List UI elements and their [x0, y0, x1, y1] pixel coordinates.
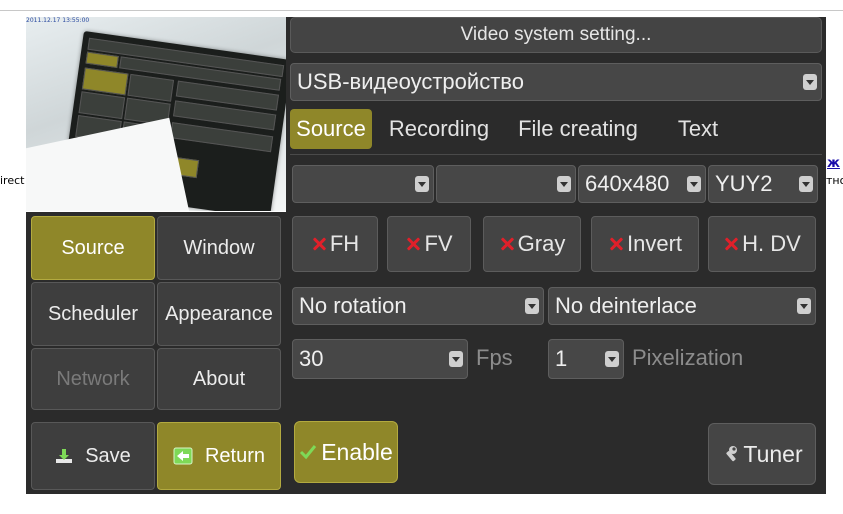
page-link-right[interactable]: ж: [827, 156, 840, 171]
fps-value: 30: [299, 346, 324, 371]
download-icon: [55, 448, 73, 464]
tab-source-label: Source: [296, 116, 366, 141]
save-label: Save: [85, 444, 131, 467]
capture-combo-1[interactable]: [292, 165, 434, 203]
tab-text[interactable]: Text: [664, 109, 732, 149]
checkmark-icon: [299, 444, 317, 460]
toggle-fv-label: FV: [424, 231, 453, 256]
return-button[interactable]: Return: [157, 422, 281, 490]
fps-label: Fps: [476, 345, 513, 370]
main-menu-panel: Source Window Scheduler Appearance Netwo…: [26, 212, 286, 494]
chevron-down-icon: [799, 176, 813, 192]
video-settings-panel: Video system setting... USB-видеоустройс…: [286, 17, 826, 494]
x-mark-icon: [608, 236, 624, 252]
menu-window-button[interactable]: Window: [157, 216, 281, 280]
pixel-format-value: YUY2: [715, 171, 773, 196]
menu-scheduler-label: Scheduler: [47, 302, 139, 325]
toggle-invert-button[interactable]: Invert: [591, 216, 699, 272]
chevron-down-icon: [605, 351, 619, 367]
toggle-invert-label: Invert: [626, 231, 683, 256]
menu-about-button[interactable]: About: [157, 348, 281, 410]
chevron-down-icon: [525, 298, 539, 314]
chevron-down-icon: [449, 351, 463, 367]
capture-combo-2[interactable]: [436, 165, 576, 203]
menu-scheduler-button[interactable]: Scheduler: [31, 282, 155, 346]
x-mark-icon: [499, 236, 515, 252]
pixel-format-select[interactable]: YUY2: [708, 165, 818, 203]
resolution-value: 640x480: [585, 171, 670, 196]
toggle-fh-button[interactable]: FH: [292, 216, 378, 272]
enable-button[interactable]: Enable: [294, 421, 398, 483]
tab-source[interactable]: Source: [290, 109, 372, 149]
tab-file-creating[interactable]: File creating: [508, 109, 648, 149]
chevron-down-icon: [687, 176, 701, 192]
camera-preview: 2011.12.17 13:55:00: [26, 17, 286, 211]
tab-recording-label: Recording: [388, 116, 490, 141]
device-select[interactable]: USB-видеоустройство: [290, 63, 822, 101]
chevron-down-icon: [557, 176, 571, 192]
chevron-down-icon: [797, 298, 811, 314]
chevron-down-icon: [803, 74, 817, 90]
save-button[interactable]: Save: [31, 422, 155, 490]
page-top-rule: [0, 10, 843, 11]
settings-title-bar: Video system setting...: [290, 17, 822, 53]
x-mark-icon: [405, 236, 421, 252]
toggle-fv-button[interactable]: FV: [387, 216, 471, 272]
wrench-icon: [721, 445, 739, 463]
tab-recording[interactable]: Recording: [382, 109, 496, 149]
tab-text-label: Text: [677, 116, 719, 141]
pixelization-value: 1: [555, 346, 568, 371]
page-text-fragment-right: тно: [826, 174, 843, 187]
deinterlace-value: No deinterlace: [555, 293, 697, 318]
x-mark-icon: [723, 236, 739, 252]
preview-timestamp: 2011.12.17 13:55:00: [26, 17, 90, 24]
menu-appearance-button[interactable]: Appearance: [157, 282, 281, 346]
return-label: Return: [204, 444, 266, 467]
x-mark-icon: [311, 236, 327, 252]
fps-select[interactable]: 30: [292, 339, 468, 379]
menu-window-label: Window: [183, 236, 255, 259]
return-arrow-icon: [173, 447, 193, 465]
toggle-gray-button[interactable]: Gray: [483, 216, 581, 272]
menu-network-button: Network: [31, 348, 155, 410]
tuner-button[interactable]: Tuner: [708, 423, 816, 485]
menu-about-label: About: [192, 367, 246, 390]
toggle-fh-label: FH: [329, 231, 360, 256]
toggle-hdv-label: H. DV: [742, 231, 801, 256]
menu-source-label: Source: [61, 236, 125, 259]
deinterlace-select[interactable]: No deinterlace: [548, 287, 816, 325]
enable-label: Enable: [321, 438, 393, 465]
toggle-hdv-button[interactable]: H. DV: [708, 216, 816, 272]
menu-network-label: Network: [56, 367, 130, 390]
tuner-label: Tuner: [743, 440, 803, 467]
rotation-select[interactable]: No rotation: [292, 287, 544, 325]
resolution-select[interactable]: 640x480: [578, 165, 706, 203]
page-text-fragment-left: irect: [0, 174, 25, 187]
chevron-down-icon: [415, 176, 429, 192]
menu-appearance-label: Appearance: [165, 302, 273, 325]
tab-file-creating-label: File creating: [518, 116, 638, 141]
settings-title: Video system setting...: [460, 24, 652, 45]
pixelization-select[interactable]: 1: [548, 339, 624, 379]
menu-source-button[interactable]: Source: [31, 216, 155, 280]
tab-divider: [290, 154, 822, 155]
rotation-value: No rotation: [299, 293, 407, 318]
device-select-value: USB-видеоустройство: [297, 69, 524, 94]
toggle-gray-label: Gray: [517, 231, 566, 256]
pixelization-label: Pixelization: [632, 345, 744, 370]
